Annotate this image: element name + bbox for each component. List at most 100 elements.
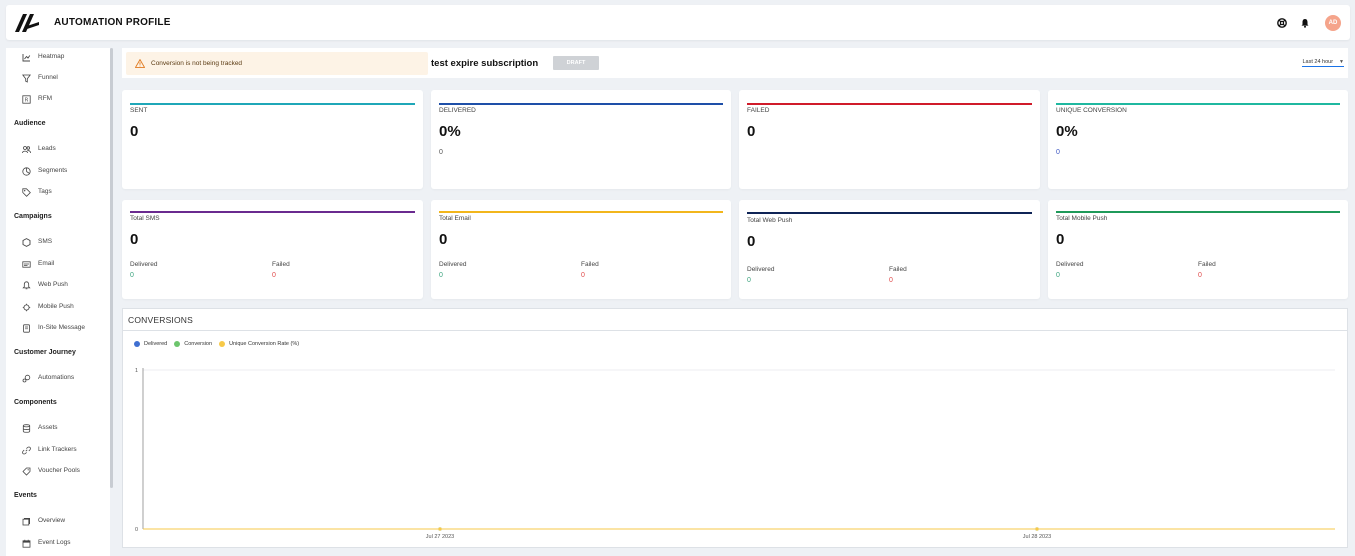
card-title: FAILED	[747, 107, 770, 114]
sidebar-item-email[interactable]: Email	[6, 258, 110, 272]
sidebar-item-label: Funnel	[38, 74, 58, 81]
card-title: DELIVERED	[439, 107, 476, 114]
sidebar-item-web-push[interactable]: Web Push	[6, 279, 110, 293]
voucher-icon	[22, 467, 31, 476]
sidebar-item-in-site-message[interactable]: In-Site Message	[6, 322, 110, 336]
data-point	[1035, 527, 1039, 531]
card-accent-bar	[1056, 211, 1340, 213]
card-value: 0%	[439, 123, 461, 140]
sidebar-item-overview[interactable]: Overview	[6, 515, 110, 529]
card-title: UNIQUE CONVERSION	[1056, 107, 1127, 114]
channel-card-sms: Total SMS 0 Delivered 0 Failed 0	[122, 200, 423, 299]
delivered-value: 0	[747, 277, 751, 284]
pie-icon	[22, 167, 31, 176]
help-icon[interactable]	[1277, 18, 1287, 28]
sidebar-item-segments[interactable]: Segments	[6, 165, 110, 179]
heatmap-icon	[22, 54, 31, 62]
status-badge: DRAFT	[553, 56, 599, 70]
logo-icon[interactable]	[14, 12, 40, 34]
legend-dot	[174, 341, 181, 347]
sidebar-item-mobile-push[interactable]: Mobile Push	[6, 301, 110, 315]
section-campaigns: Campaigns	[14, 213, 52, 220]
failed-value: 0	[581, 272, 585, 279]
section-customer-journey: Customer Journey	[14, 349, 76, 356]
avatar[interactable]: AD	[1325, 15, 1341, 31]
y-tick-label: 1	[135, 368, 138, 374]
legend-item-unique-conversion-rate[interactable]: Unique Conversion Rate (%)	[219, 341, 299, 347]
users-icon	[22, 146, 31, 154]
sidebar-item-leads[interactable]: Leads	[6, 143, 110, 157]
card-value: 0	[130, 123, 139, 140]
sidebar-item-assets[interactable]: Assets	[6, 422, 110, 436]
sidebar-item-automations[interactable]: Automations	[6, 372, 110, 386]
conversion-warning: Conversion is not being tracked	[126, 52, 428, 75]
card-accent-bar	[747, 212, 1032, 214]
card-accent-bar	[439, 211, 723, 213]
card-accent-bar	[1056, 103, 1340, 105]
legend-item-conversion[interactable]: Conversion	[174, 341, 212, 347]
campaign-name: test expire subscription	[431, 58, 539, 69]
failed-value: 0	[889, 277, 893, 284]
sidebar-item-label: Automations	[38, 374, 75, 381]
sidebar-item-tags[interactable]: Tags	[6, 186, 110, 200]
card-value: 0	[747, 233, 756, 250]
warning-icon	[135, 59, 145, 68]
legend-item-delivered[interactable]: Delivered	[134, 341, 167, 347]
conversions-panel: CONVERSIONS Delivered Conversion Unique …	[122, 308, 1348, 548]
sidebar-item-label: Segments	[38, 167, 68, 174]
card-value: 0	[1056, 231, 1065, 248]
channel-card-web-push: Total Web Push 0 Delivered 0 Failed 0	[739, 200, 1040, 299]
card-accent-bar	[747, 103, 1032, 105]
legend-label: Delivered	[144, 341, 168, 347]
sidebar-item-sms[interactable]: SMS	[6, 236, 110, 250]
failed-label: Failed	[272, 261, 290, 268]
sidebar: Heatmap Funnel R RFM Audience Leads Segm…	[6, 48, 110, 556]
x-tick-label: Jul 28 2023	[1023, 534, 1051, 540]
sidebar-item-voucher-pools[interactable]: Voucher Pools	[6, 465, 110, 479]
sidebar-item-label: In-Site Message	[38, 324, 85, 331]
sidebar-item-label: Overview	[38, 517, 66, 524]
legend-dot	[219, 341, 226, 347]
card-accent-bar	[439, 103, 723, 105]
failed-label: Failed	[1198, 261, 1216, 268]
sidebar-item-label: Link Trackers	[38, 446, 77, 453]
failed-value: 0	[272, 272, 276, 279]
card-title: SENT	[130, 107, 148, 114]
tag-icon	[22, 188, 31, 197]
sidebar-scrollbar[interactable]	[110, 48, 113, 488]
sidebar-item-label: Email	[38, 260, 55, 267]
svg-text:R: R	[25, 98, 29, 104]
sidebar-item-rfm[interactable]: R RFM	[6, 93, 110, 107]
delivered-label: Delivered	[439, 261, 467, 268]
time-range-select[interactable]: Last 24 hour ▼	[1302, 59, 1344, 67]
sidebar-item-funnel[interactable]: Funnel	[6, 72, 110, 86]
chevron-down-icon: ▼	[1339, 59, 1344, 65]
card-title: Total Mobile Push	[1056, 215, 1108, 222]
sidebar-item-label: Voucher Pools	[38, 467, 80, 474]
card-accent-bar	[130, 211, 415, 213]
failed-label: Failed	[581, 261, 599, 268]
campaign-header: Conversion is not being tracked test exp…	[122, 48, 1348, 78]
legend-dot	[134, 341, 140, 347]
conversions-title: CONVERSIONS	[128, 315, 194, 325]
legend-label: Conversion	[184, 341, 213, 347]
sidebar-item-label: RFM	[38, 95, 53, 102]
card-title: Total Web Push	[747, 217, 793, 224]
data-point	[438, 527, 442, 531]
funnel-icon	[22, 74, 31, 83]
calendar-icon	[22, 539, 31, 548]
sidebar-item-label: Event Logs	[38, 539, 71, 546]
sidebar-item-link-trackers[interactable]: Link Trackers	[6, 444, 110, 458]
mobile-push-icon	[22, 303, 31, 312]
email-icon	[22, 261, 31, 268]
automation-icon	[22, 374, 31, 383]
conversions-chart: 0 1 Jul 27 2023 Jul 28 2023	[135, 368, 1335, 540]
y-tick-label: 0	[135, 527, 138, 533]
sms-icon	[22, 238, 31, 247]
sidebar-item-label: Web Push	[38, 281, 68, 288]
sidebar-item-event-logs[interactable]: Event Logs	[6, 537, 110, 551]
card-value: 0	[130, 231, 139, 248]
sidebar-item-heatmap[interactable]: Heatmap	[6, 51, 110, 65]
failed-label: Failed	[889, 266, 907, 273]
notification-bell-icon[interactable]	[1300, 18, 1310, 28]
